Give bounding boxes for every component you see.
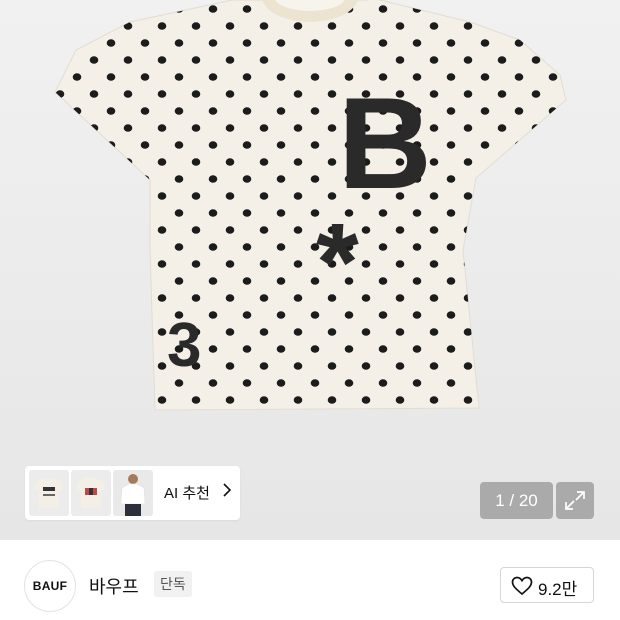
expand-icon [565,491,585,510]
shirt-graphic-star: * [316,201,359,324]
ai-recommendation-label: AI 추천 [164,485,210,502]
shirt-graphic-letter: B [338,70,432,216]
product-photo: B * 3 [54,0,567,411]
ai-recommendation-strip[interactable]: AI 추천 [25,466,240,520]
recommendation-thumbnail[interactable] [29,470,69,516]
chevron-right-icon [223,483,231,497]
expand-button[interactable] [556,482,594,519]
recommendation-thumbnail[interactable] [113,470,153,516]
like-count: 9.2만 [538,580,578,599]
store-logo[interactable]: BAUF [24,560,76,612]
store-info-bar: BAUF 바우프 단독 9.2만 [0,540,620,620]
exclusive-badge: 단독 [154,571,192,597]
store-name[interactable]: 바우프 [89,573,139,599]
product-image-gallery[interactable]: B * 3 AI 추천 1 / 20 [0,0,620,540]
like-button[interactable]: 9.2만 [500,567,594,603]
image-counter: 1 / 20 [480,482,553,519]
heart-icon [511,576,533,596]
recommendation-thumbnail[interactable] [71,470,111,516]
shirt-graphic-number: 3 [167,311,201,380]
